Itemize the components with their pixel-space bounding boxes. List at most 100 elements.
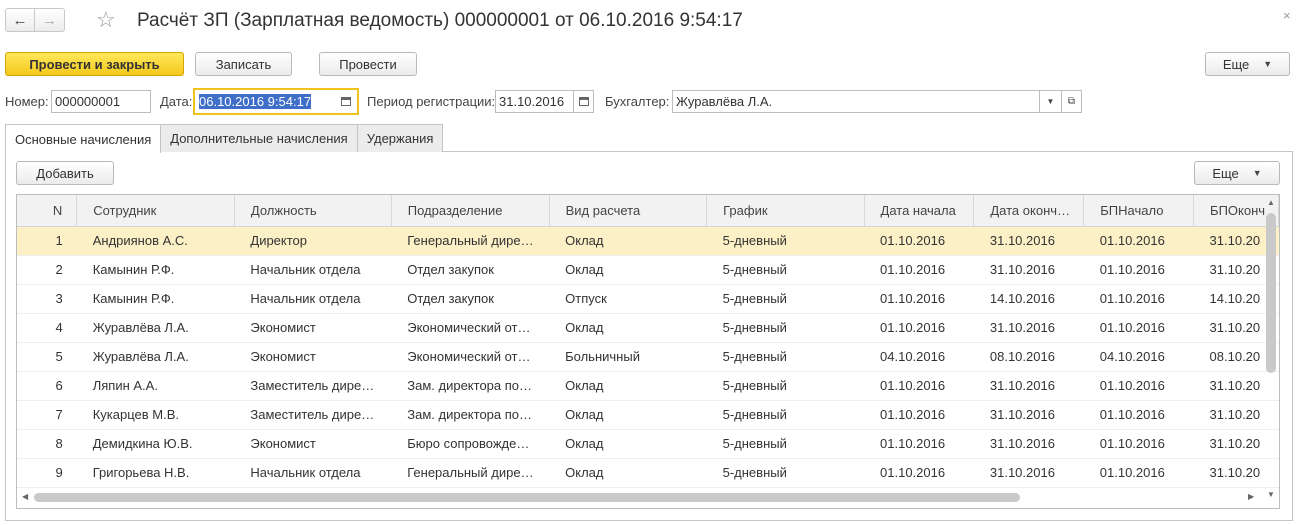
number-field[interactable]: 000000001 xyxy=(51,90,151,113)
calendar-icon xyxy=(578,97,589,106)
table-row[interactable]: 8 Демидкина Ю.В. Экономист Бюро сопровожде…… xyxy=(17,429,1279,459)
table-cell: 01.10.2016 xyxy=(1083,226,1194,256)
column-header[interactable]: График xyxy=(706,195,865,227)
table-cell: 01.10.2016 xyxy=(1083,371,1194,401)
table-row[interactable]: 1 Андриянов А.С. Директор Генеральный дире…… xyxy=(17,226,1279,256)
table-row[interactable]: 5 Журавлёва Л.А. Экономист Экономический от… xyxy=(17,342,1279,372)
table-cell: Зам. директора по… xyxy=(391,400,550,430)
table-cell: Экономист xyxy=(234,313,392,343)
table-more-label: Еще xyxy=(1212,165,1239,181)
date-calendar-button[interactable] xyxy=(336,90,356,113)
table-cell: 01.10.2016 xyxy=(864,429,974,459)
table-more-menu-button[interactable]: Еще ▼ xyxy=(1194,161,1280,185)
table-row[interactable]: 6 Ляпин А.А. Заместитель дире… Зам. директо… xyxy=(17,371,1279,401)
accountant-label: Бухгалтер: xyxy=(605,94,670,109)
table-cell: 01.10.2016 xyxy=(864,313,974,343)
table-cell: 5-дневный xyxy=(706,284,865,314)
table-cell: 04.10.2016 xyxy=(864,342,974,372)
post-and-close-button[interactable]: Провести и закрыть xyxy=(5,52,184,76)
date-value: 06.10.2016 9:54:17 xyxy=(199,94,312,109)
column-header[interactable]: Дата начала xyxy=(864,195,975,227)
period-label: Период регистрации: xyxy=(367,94,496,109)
column-header[interactable]: N xyxy=(17,195,78,227)
column-header[interactable]: Подразделение xyxy=(391,195,550,227)
table-cell: 5 xyxy=(17,342,77,372)
tab-additional-accruals[interactable]: Дополнительные начисления xyxy=(160,124,358,152)
table-cell: 31.10.20 xyxy=(1193,400,1279,430)
table-cell: 01.10.2016 xyxy=(1083,255,1194,285)
table-cell: 31.10.2016 xyxy=(973,400,1084,430)
table-cell: 5-дневный xyxy=(706,342,865,372)
table-cell: Журавлёва Л.А. xyxy=(76,313,235,343)
table-row[interactable]: 9 Григорьева Н.В. Начальник отдела Генераль… xyxy=(17,458,1279,488)
add-row-button[interactable]: Добавить xyxy=(16,161,114,185)
table-cell: 4 xyxy=(17,313,77,343)
page-title: Расчёт ЗП (Зарплатная ведомость) 0000000… xyxy=(137,10,743,31)
table-cell: Больничный xyxy=(549,342,707,372)
accruals-grid: N Сотрудник Должность Подразделение Вид расч… xyxy=(17,195,1279,488)
table-cell: Экономист xyxy=(234,342,392,372)
post-button[interactable]: Провести xyxy=(319,52,417,76)
more-menu-button[interactable]: Еще ▼ xyxy=(1205,52,1290,76)
table-cell: 08.10.2016 xyxy=(973,342,1084,372)
table-cell: Отпуск xyxy=(549,284,707,314)
accountant-open-button[interactable]: ⧉ xyxy=(1062,90,1082,113)
table-cell: Оклад xyxy=(549,255,707,285)
table-cell: 6 xyxy=(17,371,77,401)
period-calendar-button[interactable] xyxy=(574,90,594,113)
table-row[interactable]: 7 Кукарцев М.В. Заместитель дире… Зам. дире… xyxy=(17,400,1279,430)
table-row[interactable]: 4 Журавлёва Л.А. Экономист Экономический от… xyxy=(17,313,1279,343)
close-icon[interactable]: × xyxy=(1283,8,1291,23)
save-button[interactable]: Записать xyxy=(195,52,292,76)
table-row[interactable]: 3 Камынин Р.Ф. Начальник отдела Отдел закуп… xyxy=(17,284,1279,314)
accountant-field[interactable]: Журавлёва Л.А. xyxy=(672,90,1040,113)
table-cell: 5-дневный xyxy=(706,429,865,459)
table-cell: 9 xyxy=(17,458,77,488)
scroll-left-icon[interactable]: ◀ xyxy=(22,492,28,501)
date-field[interactable]: 06.10.2016 9:54:17 xyxy=(193,88,359,115)
period-field[interactable]: 31.10.2016 xyxy=(495,90,574,113)
column-header[interactable]: Вид расчета xyxy=(549,195,708,227)
table-cell: Оклад xyxy=(549,371,707,401)
table-cell: 31.10.20 xyxy=(1193,429,1279,459)
table-cell: Генеральный дире… xyxy=(391,458,550,488)
column-header[interactable]: Сотрудник xyxy=(76,195,235,227)
accountant-dropdown-button[interactable]: ▼ xyxy=(1040,90,1062,113)
triangle-down-icon: ▼ xyxy=(1263,59,1273,69)
arrow-left-icon: ← xyxy=(12,11,28,29)
favorite-star-icon[interactable]: ☆ xyxy=(96,8,116,32)
table-cell: Бюро сопровожде… xyxy=(391,429,550,459)
table-cell: 7 xyxy=(17,400,77,430)
table-row[interactable]: 2 Камынин Р.Ф. Начальник отдела Отдел закуп… xyxy=(17,255,1279,285)
table-cell: 8 xyxy=(17,429,77,459)
tab-main-accruals[interactable]: Основные начисления xyxy=(5,124,162,153)
back-button[interactable]: ← xyxy=(5,8,35,32)
table-cell: Камынин Р.Ф. xyxy=(76,255,235,285)
table-cell: 01.10.2016 xyxy=(1083,313,1194,343)
column-header[interactable]: Дата оконч… xyxy=(973,195,1085,227)
table-cell: 31.10.20 xyxy=(1193,458,1279,488)
table-cell: 31.10.2016 xyxy=(973,429,1084,459)
table-cell: Заместитель дире… xyxy=(234,400,392,430)
table-cell: Оклад xyxy=(549,429,707,459)
column-header[interactable]: Должность xyxy=(234,195,392,227)
table-cell: Отдел закупок xyxy=(391,284,550,314)
tab-deductions[interactable]: Удержания xyxy=(356,124,444,152)
table-cell: Андриянов А.С. xyxy=(76,226,235,256)
vertical-scrollbar-thumb[interactable] xyxy=(1266,213,1276,373)
scroll-down-icon[interactable]: ▼ xyxy=(1267,490,1275,499)
column-header[interactable]: БПНачало xyxy=(1083,195,1195,227)
scroll-up-icon[interactable]: ▲ xyxy=(1267,198,1275,207)
table-cell: Экономист xyxy=(234,429,392,459)
title-bar: ← → ☆ Расчёт ЗП (Зарплатная ведомость) 0… xyxy=(0,0,1299,44)
table-cell: Кукарцев М.В. xyxy=(76,400,235,430)
table-cell: 31.10.2016 xyxy=(973,371,1084,401)
table-cell: Журавлёва Л.А. xyxy=(76,342,235,372)
table-cell: 31.10.2016 xyxy=(973,313,1084,343)
scroll-right-icon[interactable]: ▶ xyxy=(1248,492,1254,501)
horizontal-scrollbar-thumb[interactable] xyxy=(34,493,1020,502)
table-cell: Экономический от… xyxy=(391,313,550,343)
arrow-right-icon: → xyxy=(42,11,57,29)
forward-button[interactable]: → xyxy=(35,8,65,32)
table-cell: Ляпин А.А. xyxy=(76,371,235,401)
